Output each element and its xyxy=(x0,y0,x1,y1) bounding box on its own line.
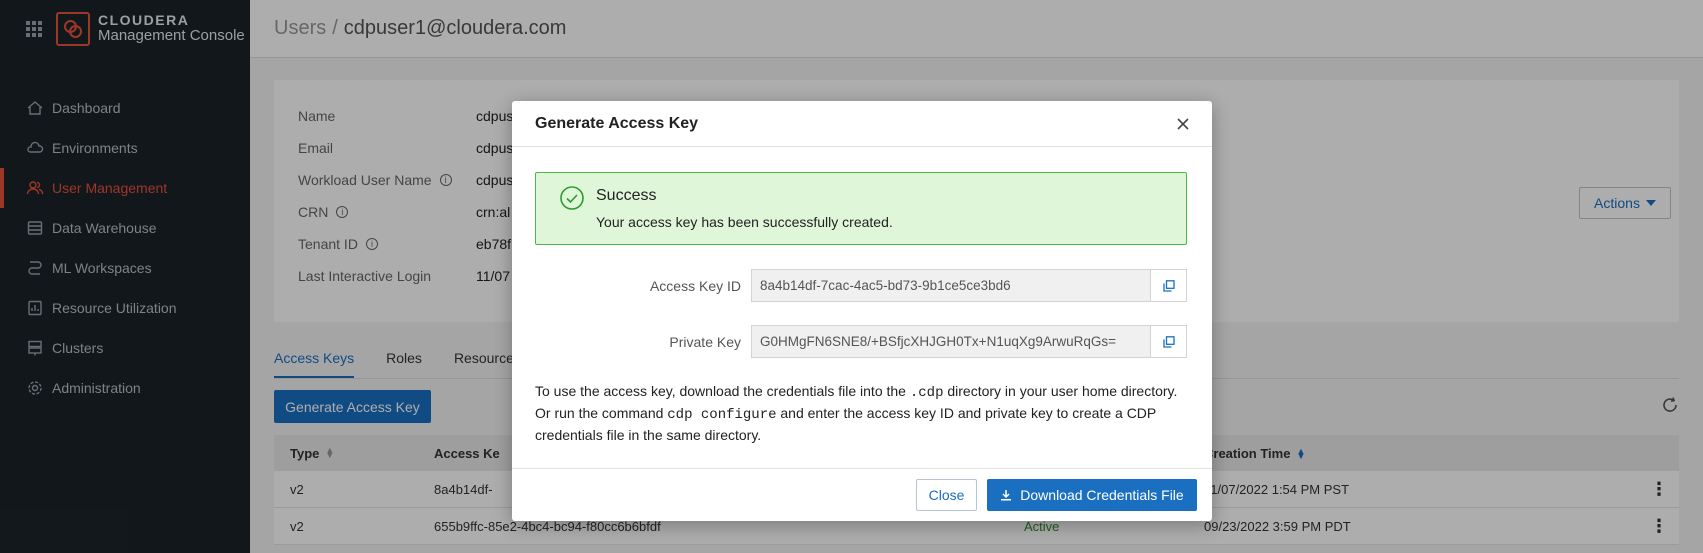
instruction-part: To use the access key, download the cred… xyxy=(535,383,910,399)
code-cdp-configure: cdp configure xyxy=(667,407,777,423)
check-circle-icon xyxy=(560,186,584,210)
private-key-label: Private Key xyxy=(669,333,741,350)
modal-footer: Close Download Credentials File xyxy=(512,468,1212,521)
close-icon[interactable] xyxy=(1174,115,1192,133)
access-key-id-field[interactable]: 8a4b14df-7cac-4ac5-bd73-9b1ce5ce3bd6 xyxy=(751,269,1150,302)
access-key-id-row: Access Key ID 8a4b14df-7cac-4ac5-bd73-9b… xyxy=(535,269,1187,302)
modal-header: Generate Access Key xyxy=(512,101,1212,147)
success-alert: Success Your access key has been success… xyxy=(535,172,1187,245)
generate-access-key-modal: Generate Access Key Success Your access … xyxy=(512,101,1212,521)
code-cdp-dir: .cdp xyxy=(909,385,944,401)
copy-access-key-button[interactable] xyxy=(1150,269,1187,302)
private-key-row: Private Key G0HMgFN6SNE8/+BSfjcXHJGH0Tx+… xyxy=(535,325,1187,358)
download-credentials-button[interactable]: Download Credentials File xyxy=(987,479,1197,511)
private-key-field[interactable]: G0HMgFN6SNE8/+BSfjcXHJGH0Tx+N1uqXg9ArwuR… xyxy=(751,325,1150,358)
copy-icon xyxy=(1162,335,1175,348)
copy-icon xyxy=(1162,279,1175,292)
copy-private-key-button[interactable] xyxy=(1150,325,1187,358)
download-icon xyxy=(1001,490,1012,501)
modal-title: Generate Access Key xyxy=(535,114,699,132)
alert-title: Success xyxy=(596,187,657,204)
instructions-text: To use the access key, download the cred… xyxy=(535,381,1190,445)
download-label: Download Credentials File xyxy=(1020,487,1184,503)
close-button[interactable]: Close xyxy=(916,479,977,511)
alert-message: Your access key has been successfully cr… xyxy=(596,214,893,230)
access-key-id-label: Access Key ID xyxy=(649,277,741,294)
